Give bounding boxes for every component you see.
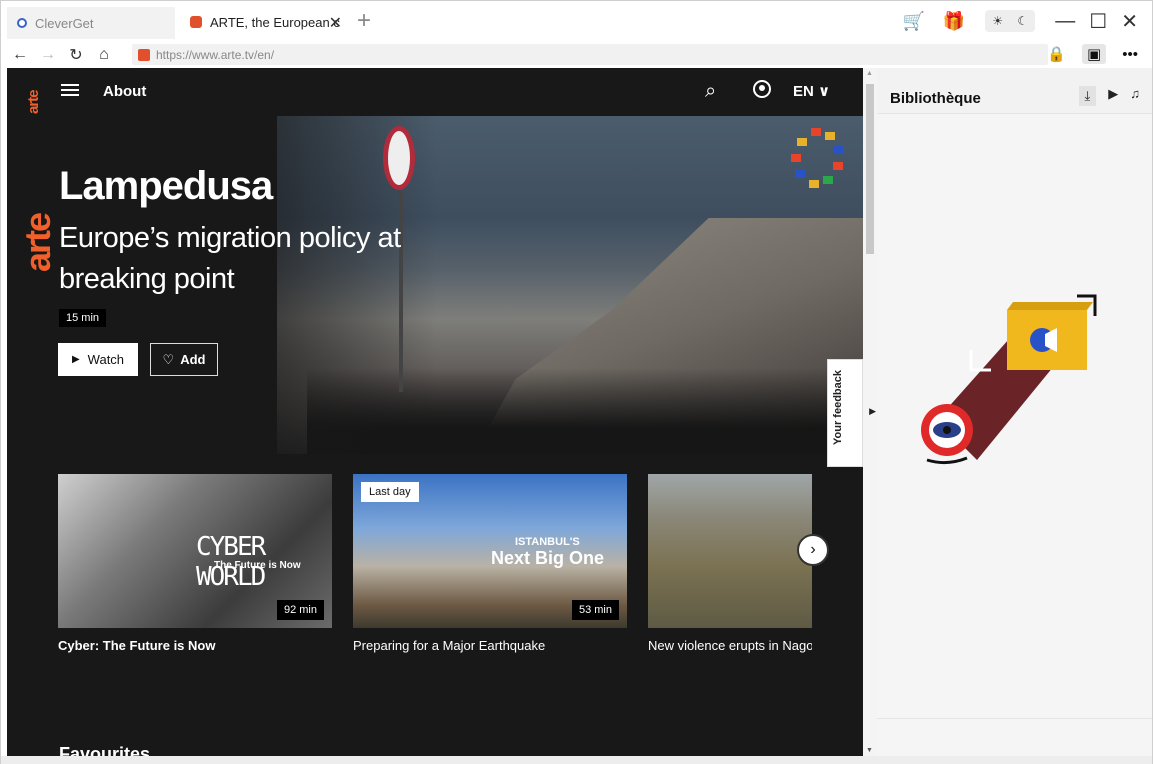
duration-badge: 53 min [571,600,619,620]
arte-logo[interactable]: arte [25,74,47,114]
language-label: EN [793,83,814,100]
card-thumbnail [648,474,812,628]
thumbnail-subtitle: The Future is Now [214,560,301,571]
download-library-icon[interactable]: ▣ [1082,44,1107,64]
video-card[interactable]: CYBER WORLD The Future is Now 92 min Cyb… [58,474,332,653]
feedback-tab[interactable]: Your feedback ▶ [827,359,876,467]
feedback-label: Your feedback [832,370,844,445]
tab-cleverget[interactable]: CleverGet [7,7,175,39]
arte-favicon-icon [190,16,202,28]
address-bar: ← → ↻ ⌂ https://www.arte.tv/en/ 🔒 ▣ ••• [1,41,1152,68]
web-content: arte About ⌕ EN ∨ arte Lampedusa Europe’… [7,68,863,756]
browser-window: CleverGet ARTE, the European c ✕ + 🛒 🎁 ☀… [0,0,1153,764]
hero-subtitle: Europe’s migration policy at breaking po… [59,222,401,295]
library-panel: Bibliothèque ⤓ ▶ ♫ [877,68,1152,756]
gift-icon[interactable]: 🎁 [943,11,965,32]
hero-duration: 15 min [59,309,107,327]
lock-icon[interactable]: 🔒 [1047,45,1066,63]
cart-icon[interactable]: 🛒 [902,11,924,32]
scroll-down-icon[interactable]: ▼ [866,747,873,754]
carousel-next-button[interactable]: › [797,534,829,566]
video-card[interactable]: New violence erupts in Nagor [648,474,812,653]
chevron-right-icon: › [810,541,816,558]
language-selector[interactable]: EN ∨ [793,82,830,100]
download-icon[interactable]: ⤓ [1078,86,1097,106]
last-day-badge: Last day [361,482,419,502]
menu-icon[interactable] [61,84,79,96]
search-icon[interactable]: ⌕ [705,80,716,103]
watch-label: Watch [87,352,125,367]
thumbnail-title-top: ISTANBUL'S [515,536,580,548]
cleverget-favicon-icon [17,18,27,28]
sun-icon: ☀ [992,14,1004,28]
library-title: Bibliothèque [890,90,981,107]
maximize-icon[interactable]: ☐ [1089,9,1107,34]
tab-label: ARTE, the European c [210,14,340,30]
thumbnail-title: Next Big One [491,548,605,568]
account-icon[interactable] [753,80,771,98]
add-label: Add [180,352,206,367]
tab-label: CleverGet [35,15,94,31]
chevron-down-icon: ∨ [818,83,831,100]
audio-icon[interactable]: ♫ [1130,86,1140,106]
library-header: Bibliothèque ⤓ ▶ ♫ [877,68,1152,114]
hero-title: Lampedusa [59,164,273,208]
video-card[interactable]: Last day ISTANBUL'S Next Big One 53 min … [353,474,627,653]
card-title[interactable]: Cyber: The Future is Now [58,638,332,653]
video-icon[interactable]: ▶ [1108,86,1118,106]
scroll-up-icon[interactable]: ▲ [866,70,873,77]
tab-bar: CleverGet ARTE, the European c ✕ + 🛒 🎁 ☀… [1,1,1152,41]
home-icon[interactable]: ⌂ [95,46,113,64]
duration-badge: 92 min [276,600,324,620]
minimize-icon[interactable]: — [1055,10,1075,33]
arte-hero-logo: arte [17,213,58,272]
scrollbar-thumb[interactable] [866,84,874,254]
close-window-icon[interactable]: ✕ [1121,9,1138,34]
library-body [877,114,1152,718]
add-button[interactable]: ♡ Add [150,343,218,376]
close-tab-icon[interactable]: ✕ [329,13,342,33]
section-title: Favourites [59,744,151,756]
theme-toggle[interactable]: ☀ ☾ [985,10,1036,32]
library-tabs: ⤓ ▶ ♫ [1078,86,1140,106]
caret-right-icon: ▶ [869,406,876,416]
library-footer [877,718,1152,756]
status-bar [1,756,1152,764]
back-icon[interactable]: ← [11,46,29,64]
site-header: arte About ⌕ EN ∨ [7,68,863,116]
card-title[interactable]: New violence erupts in Nagor [648,638,812,653]
address-bar-actions: 🔒 ▣ ••• [1047,44,1138,64]
reload-icon[interactable]: ↻ [67,45,85,65]
empty-library-illustration-icon [921,294,1097,465]
url-field[interactable]: https://www.arte.tv/en/ [132,44,1048,65]
url-text: https://www.arte.tv/en/ [156,47,275,62]
heart-icon: ♡ [162,351,175,367]
eu-logo-icon [791,128,843,188]
watch-button[interactable]: ▶ Watch [58,343,138,376]
title-bar-controls: 🛒 🎁 ☀ ☾ — ☐ ✕ [902,7,1152,35]
site-favicon-icon [138,48,150,61]
road-sign-icon [383,126,415,190]
card-thumbnail: Last day ISTANBUL'S Next Big One 53 min [353,474,627,628]
more-icon[interactable]: ••• [1122,46,1138,63]
forward-icon[interactable]: → [39,46,57,64]
new-tab-icon[interactable]: + [357,7,371,35]
card-thumbnail: CYBER WORLD The Future is Now 92 min [58,474,332,628]
tab-arte[interactable]: ARTE, the European c ✕ [182,7,352,39]
card-title[interactable]: Preparing for a Major Earthquake [353,638,627,653]
about-link[interactable]: About [103,83,146,100]
play-icon: ▶ [71,354,80,365]
moon-icon: ☾ [1017,14,1029,28]
